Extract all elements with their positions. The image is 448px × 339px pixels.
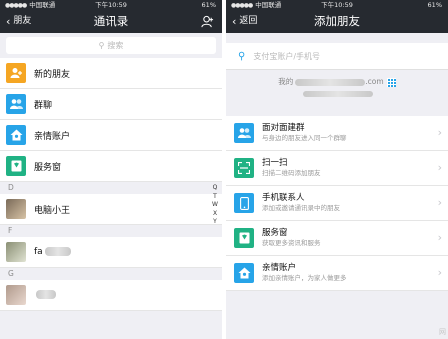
option-phone-contacts[interactable]: 手机联系人 添加或邀请通讯录中的朋友 ›: [226, 186, 448, 221]
add-person-icon[interactable]: [201, 15, 214, 28]
chevron-right-icon: ›: [437, 126, 442, 139]
contact-menu: 新的朋友 群聊 亲情账户 服务窗: [0, 58, 222, 182]
battery-level: 61%: [427, 1, 442, 9]
family-account-icon: [234, 263, 254, 283]
status-bar: ●●●●● 中国联通 下午10:59 61%: [226, 0, 448, 10]
service-window-icon: [234, 228, 254, 248]
avatar: [6, 199, 26, 219]
group-chat-icon: [6, 94, 26, 114]
scan-icon: [234, 158, 254, 178]
status-bar: ●●●●● 中国联通 下午10:59 61%: [0, 0, 222, 10]
chevron-right-icon: ›: [437, 161, 442, 174]
chevron-right-icon: ›: [437, 231, 442, 244]
page-title: 通讯录: [93, 14, 129, 28]
status-time: 下午10:59: [321, 1, 353, 9]
avatar: [6, 242, 26, 262]
nav-bar: ‹ 返回 添加朋友: [226, 10, 448, 33]
redacted-text: [44, 247, 71, 256]
status-time: 下午10:59: [95, 1, 127, 9]
redacted-text: [295, 78, 366, 86]
menu-new-friends[interactable]: 新的朋友: [0, 58, 222, 89]
option-scan[interactable]: 扫一扫 扫描二维码添加朋友 ›: [226, 151, 448, 186]
menu-group-chat[interactable]: 群聊: [0, 89, 222, 120]
my-account: 我的 .com: [226, 70, 448, 104]
chevron-right-icon: ›: [437, 196, 442, 209]
add-friend-screen: ●●●●● 中国联通 下午10:59 61% ‹ 返回 添加朋友 ⚲ 支付宝账户/手…: [226, 0, 448, 339]
nav-bar: ‹ 朋友 通讯录: [0, 10, 222, 33]
contact-row[interactable]: fa: [0, 237, 222, 268]
battery-level: 61%: [201, 1, 216, 9]
search-icon: ⚲: [98, 41, 105, 50]
qr-code-icon[interactable]: [386, 77, 396, 87]
service-window-icon: [6, 156, 26, 176]
contacts-screen: ●●●●● 中国联通 下午10:59 61% ‹ 朋友 通讯录 ⚲ 搜索 新的朋友 群…: [0, 0, 222, 339]
phone-contacts-icon: [234, 193, 254, 213]
add-friend-options: 面对面建群 与身边的朋友进入同一个群聊 › 扫一扫 扫描二维码添加朋友 › 手机联系…: [226, 116, 448, 291]
face-to-face-icon: [234, 123, 254, 143]
alphabet-index[interactable]: Q T W X Y: [211, 184, 219, 227]
menu-family-account[interactable]: 亲情账户: [0, 120, 222, 151]
contact-row[interactable]: [0, 280, 222, 311]
option-face-to-face-group[interactable]: 面对面建群 与身边的朋友进入同一个群聊 ›: [226, 116, 448, 151]
menu-service-window[interactable]: 服务窗: [0, 151, 222, 182]
search-input[interactable]: ⚲ 搜索: [6, 37, 216, 54]
section-header: F: [0, 225, 222, 237]
section-header: G: [0, 268, 222, 280]
section-header: D: [0, 182, 222, 194]
new-friend-icon: [6, 63, 26, 83]
option-family-account[interactable]: 亲情账户 添加亲情账户，为家人做更多 ›: [226, 256, 448, 291]
family-account-icon: [6, 125, 26, 145]
redacted-text: [36, 290, 56, 299]
contact-row[interactable]: 电脑小王: [0, 194, 222, 225]
search-icon: ⚲: [238, 50, 246, 62]
redacted-text: [303, 91, 373, 97]
account-search-input[interactable]: ⚲ 支付宝账户/手机号: [226, 43, 448, 70]
watermark: 网: [439, 328, 446, 336]
option-service-window[interactable]: 服务窗 获取更多资讯和服务 ›: [226, 221, 448, 256]
page-title: 添加朋友: [314, 14, 360, 28]
chevron-right-icon: ›: [437, 266, 442, 279]
avatar: [6, 285, 26, 305]
